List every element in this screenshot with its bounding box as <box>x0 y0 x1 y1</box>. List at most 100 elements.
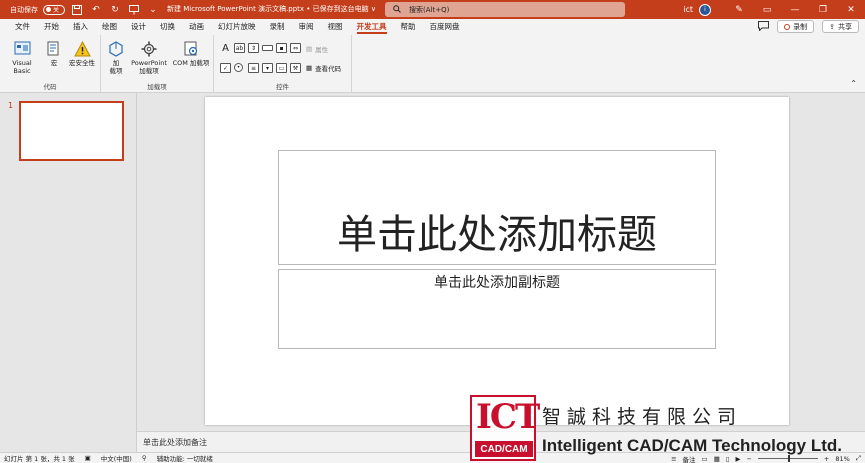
title-placeholder[interactable]: 单击此处添加标题 <box>278 150 716 265</box>
company-name-english: Intelligent CAD/CAM Technology Ltd. <box>542 436 842 455</box>
addins-label-line2: 载项 <box>109 67 123 75</box>
avatar[interactable]: i <box>699 3 711 16</box>
com-addins-label: COM 加载项 <box>172 59 210 67</box>
company-watermark: ICT CAD/CAM 智誠科技有限公司 Intelligent CAD/CAM… <box>470 390 865 463</box>
tab-view[interactable]: 视图 <box>321 19 350 35</box>
subtitle-placeholder[interactable]: 单击此处添加副标题 <box>278 269 716 349</box>
addins-icon <box>107 40 125 57</box>
accessibility-status[interactable]: 辅助功能: 一切就绪 <box>157 453 213 463</box>
user-name[interactable]: ict <box>683 5 693 14</box>
record-label: 录制 <box>793 22 808 31</box>
toggle-button-icon[interactable]: ▭ <box>276 63 287 73</box>
document-title[interactable]: 新建 Microsoft PowerPoint 演示文稿.pptx • 已保存到… <box>167 4 376 14</box>
record-icon <box>784 23 791 30</box>
tab-design[interactable]: 设计 <box>124 19 153 35</box>
redo-icon[interactable]: ↻ <box>108 3 122 17</box>
checkbox-control-icon[interactable]: ✓ <box>220 63 231 73</box>
label-control-icon[interactable]: A <box>220 43 231 54</box>
customize-toolbar-icon[interactable]: ⌄ <box>146 3 160 17</box>
visual-basic-icon <box>13 40 31 57</box>
controls-group-label: 控件 <box>276 83 289 91</box>
tab-insert[interactable]: 插入 <box>66 19 95 35</box>
powerpoint-addins-label-line2: 加载项 <box>139 67 159 75</box>
cad-cam-badge: CAD/CAM <box>475 441 533 457</box>
comments-icon[interactable] <box>758 20 770 33</box>
title-placeholder-text: 单击此处添加标题 <box>337 212 657 258</box>
tab-record[interactable]: 录制 <box>263 19 292 35</box>
tab-home[interactable]: 开始 <box>37 19 66 35</box>
listbox-control-icon[interactable]: ≡ <box>248 63 259 73</box>
textbox-control-icon[interactable]: ab <box>234 43 245 53</box>
slide-canvas[interactable]: 单击此处添加标题 单击此处添加副标题 <box>205 97 789 425</box>
tab-slideshow[interactable]: 幻灯片放映 <box>211 19 263 35</box>
view-code-button[interactable]: ▦ 查看代码 <box>306 63 341 73</box>
ribbon-display-icon[interactable]: ▭ <box>753 0 781 19</box>
undo-icon[interactable]: ↶ <box>89 3 103 17</box>
command-button-icon[interactable] <box>262 45 273 51</box>
share-button[interactable]: ⇪ 共享 <box>822 20 859 33</box>
status-left: 幻灯片 第 1 张，共 1 张 ▣ 中文(中国) ⚲ 辅助功能: 一切就绪 <box>0 453 213 463</box>
autosave-state: 关 <box>53 7 60 14</box>
presentation-icon[interactable] <box>127 3 141 17</box>
tab-developer[interactable]: 开发工具 <box>350 19 394 35</box>
pen-icon[interactable]: ✎ <box>725 0 753 19</box>
more-controls-icon[interactable]: ⚒ <box>290 63 301 73</box>
code-group: Visual Basic 宏 宏安全性 代码 <box>0 35 101 93</box>
window-controls: ict i ✎ ▭ — ❐ ✕ <box>683 0 865 19</box>
code-group-label: 代码 <box>43 83 57 91</box>
quick-access-toolbar: 自动保存 关 ↶ ↻ ⌄ <box>0 0 160 19</box>
share-icon: ⇪ <box>829 22 835 31</box>
addins-button[interactable]: 加 载项 <box>105 40 127 75</box>
visual-basic-button[interactable]: Visual Basic <box>4 40 40 75</box>
tab-file[interactable]: 文件 <box>8 19 37 35</box>
tab-transitions[interactable]: 切换 <box>153 19 182 35</box>
tab-draw[interactable]: 绘图 <box>95 19 124 35</box>
ribbon-tabs: 文件 开始 插入 绘图 设计 切换 动画 幻灯片放映 录制 审阅 视图 开发工具… <box>0 19 865 35</box>
properties-label: 属性 <box>315 46 329 54</box>
powerpoint-addins-button[interactable]: PowerPoint 加载项 <box>129 40 169 75</box>
properties-icon: ▤ <box>306 45 313 53</box>
ict-logo-text: ICT <box>476 397 540 437</box>
record-button[interactable]: 录制 <box>777 20 815 33</box>
tab-help[interactable]: 帮助 <box>394 19 423 35</box>
ribbon: Visual Basic 宏 宏安全性 代码 加 载项 PowerPoint 加… <box>0 35 865 93</box>
macro-label: 宏 <box>50 59 58 67</box>
close-icon[interactable]: ✕ <box>837 0 865 19</box>
gear-icon <box>140 40 158 57</box>
addins-group-label: 加载项 <box>147 83 167 91</box>
save-icon[interactable] <box>70 3 84 17</box>
share-label: 共享 <box>838 22 852 31</box>
restore-icon[interactable]: ❐ <box>809 0 837 19</box>
properties-button[interactable]: ▤ 属性 <box>306 44 328 54</box>
scrollbar-control-icon[interactable]: ⇔ <box>290 43 301 53</box>
ict-logo: ICT CAD/CAM <box>470 395 540 461</box>
controls-group: A ab ⇕ ▪ ⇔ ✓ • ≡ ▾ ▭ ⚒ ▤ 属性 ▦ 查看代码 控件 <box>214 35 352 93</box>
com-addins-button[interactable]: COM 加载项 <box>171 40 211 67</box>
macro-security-button[interactable]: 宏安全性 <box>66 40 98 67</box>
warning-icon <box>73 40 91 57</box>
slide-count: 幻灯片 第 1 张，共 1 张 <box>4 455 75 463</box>
powerpoint-addins-label-line1: PowerPoint <box>131 59 167 67</box>
autosave-toggle[interactable]: 关 <box>43 4 65 15</box>
macro-button[interactable]: 宏 <box>45 40 63 67</box>
slide-number: 1 <box>8 101 14 110</box>
search-box[interactable]: 搜索(Alt+Q) <box>385 2 625 17</box>
collapse-ribbon-icon[interactable]: ⌃ <box>850 79 857 88</box>
combobox-control-icon[interactable]: ▾ <box>262 63 273 73</box>
addins-label-line1: 加 <box>112 59 120 67</box>
com-addins-icon <box>182 40 200 57</box>
spelling-icon[interactable]: ▣ <box>85 454 91 462</box>
visual-basic-label: Visual Basic <box>12 59 32 75</box>
slide-thumbnail[interactable] <box>19 101 124 161</box>
image-control-icon[interactable]: ▪ <box>276 43 287 53</box>
option-button-icon[interactable]: • <box>234 63 243 72</box>
language-status[interactable]: 中文(中国) <box>101 453 132 463</box>
notes-placeholder: 单击此处添加备注 <box>143 437 207 447</box>
slides-panel: 1 <box>0 93 137 452</box>
tab-animations[interactable]: 动画 <box>182 19 211 35</box>
spin-button-icon[interactable]: ⇕ <box>248 43 259 53</box>
tab-baidu-netdisk[interactable]: 百度网盘 <box>423 19 467 35</box>
tab-review[interactable]: 审阅 <box>292 19 321 35</box>
minimize-icon[interactable]: — <box>781 0 809 19</box>
view-code-label: 查看代码 <box>315 65 342 73</box>
